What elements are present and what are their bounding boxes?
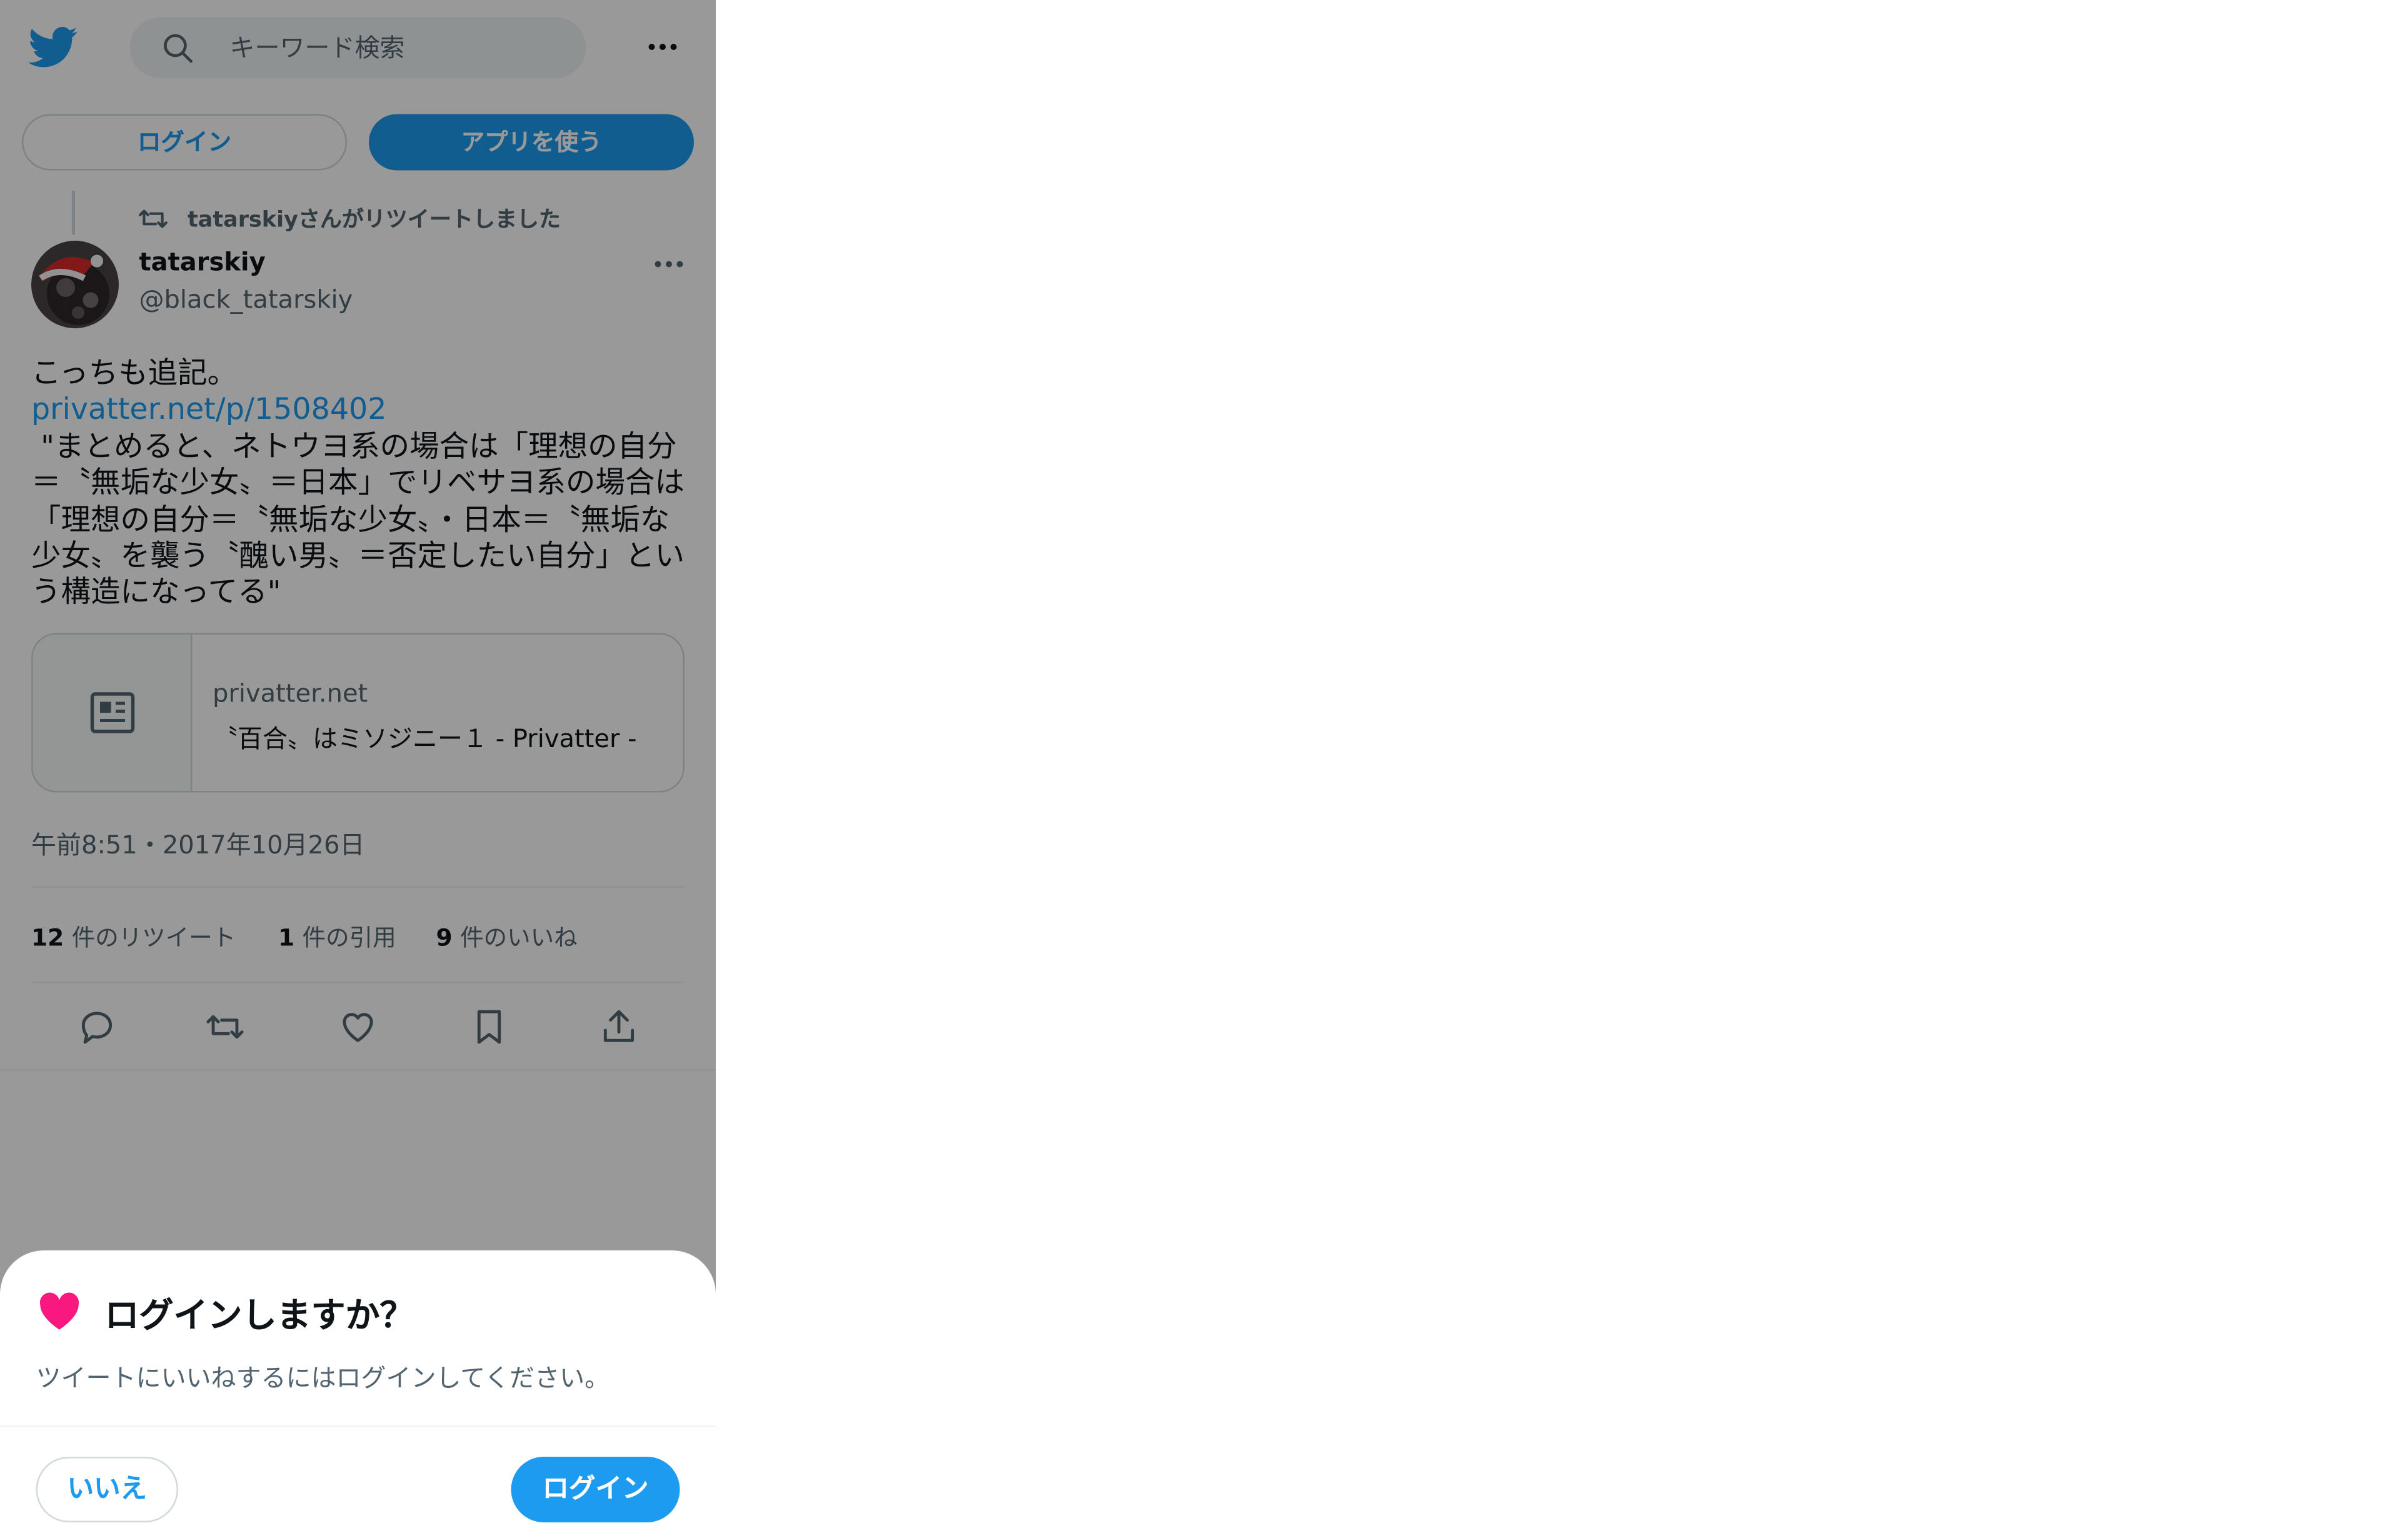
- divider: [0, 1425, 716, 1427]
- sheet-login-button[interactable]: ログイン: [511, 1457, 680, 1522]
- sheet-title: ログインしますか？: [104, 1297, 414, 1337]
- twitter-page: ログイン アプリを使う tatarskiyさんがリツイートしました tatars…: [0, 0, 716, 1522]
- heart-icon: [38, 1291, 81, 1332]
- sheet-description: ツイートにいいねするにはログインしてください。: [36, 1363, 610, 1393]
- login-prompt-sheet: ログインしますか？ ツイートにいいねするにはログインしてください。 いいえ ログ…: [0, 1250, 716, 1522]
- no-button[interactable]: いいえ: [36, 1457, 178, 1522]
